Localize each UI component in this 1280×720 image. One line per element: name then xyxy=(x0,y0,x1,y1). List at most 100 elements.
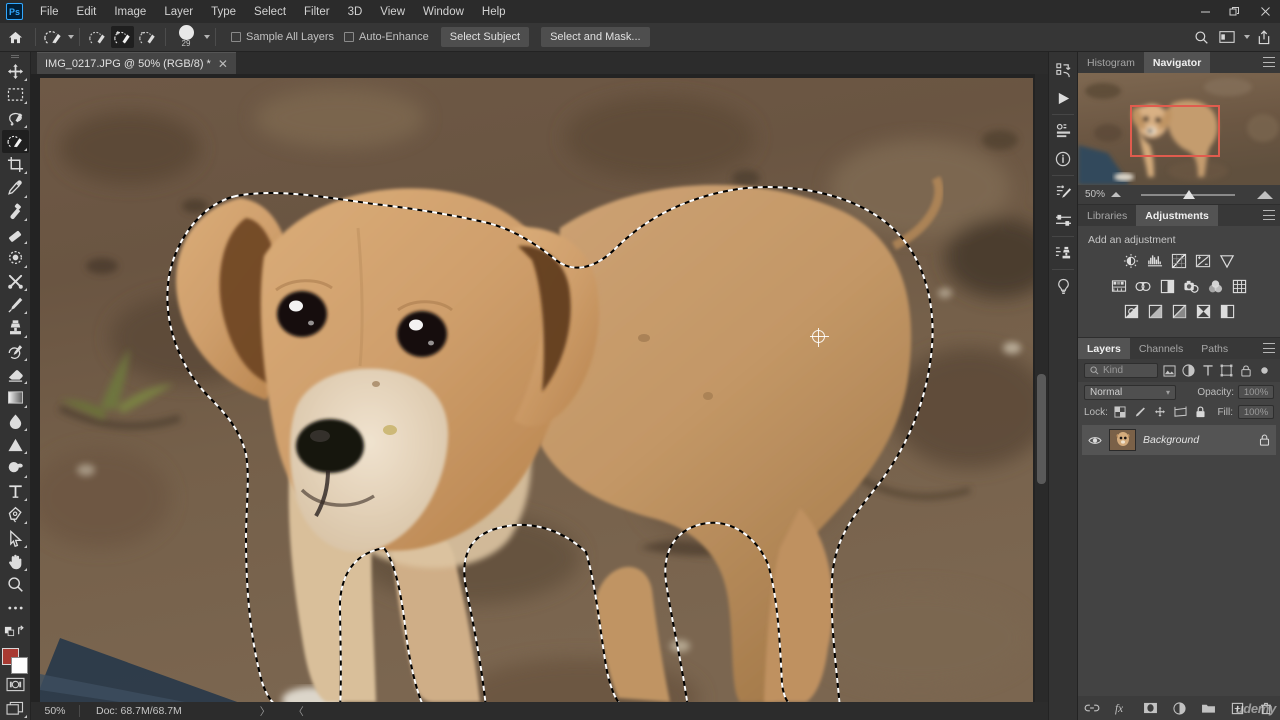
gradient-tool[interactable] xyxy=(2,386,29,409)
menu-window[interactable]: Window xyxy=(414,2,473,22)
new-group-icon[interactable] xyxy=(1200,700,1216,716)
layer-filter-kind-select[interactable]: Kind xyxy=(1084,363,1158,378)
history-brush-tool[interactable] xyxy=(2,340,29,363)
color-balance-icon[interactable] xyxy=(1134,277,1152,295)
status-expand-arrows[interactable]: 〉 〈 xyxy=(182,704,314,719)
curves-icon[interactable] xyxy=(1170,252,1188,270)
toolbar-grip[interactable] xyxy=(0,52,30,59)
zoom-level[interactable]: 50% xyxy=(31,705,79,717)
channel-mixer-icon[interactable] xyxy=(1206,277,1224,295)
tool-preset-chevron-down-icon[interactable] xyxy=(68,35,74,39)
subtract-from-selection-mode-button[interactable] xyxy=(136,26,159,48)
menu-type[interactable]: Type xyxy=(202,2,245,22)
layer-style-fx-icon[interactable]: fx xyxy=(1113,700,1129,716)
brush-options-chevron-down-icon[interactable] xyxy=(204,35,210,39)
search-icon[interactable] xyxy=(1189,25,1213,49)
new-adjustment-layer-icon[interactable] xyxy=(1171,700,1187,716)
light-bulb-icon[interactable] xyxy=(1050,272,1076,300)
new-selection-mode-button[interactable] xyxy=(86,26,109,48)
fill-value[interactable]: 100% xyxy=(1238,405,1274,419)
menu-image[interactable]: Image xyxy=(105,2,155,22)
opacity-value[interactable]: 100% xyxy=(1238,385,1274,399)
history-icon[interactable] xyxy=(1050,56,1076,84)
lock-all-icon[interactable] xyxy=(1193,405,1208,420)
info-icon[interactable] xyxy=(1050,145,1076,173)
document-tab[interactable]: IMG_0217.JPG @ 50% (RGB/8) * ✕ xyxy=(37,52,236,74)
zoom-tool[interactable] xyxy=(2,573,29,596)
workspace-chevron-down-icon[interactable] xyxy=(1244,35,1250,39)
canvas-vertical-scrollbar[interactable] xyxy=(1035,74,1048,720)
crop-tool[interactable] xyxy=(2,153,29,176)
eraser-tool-upper[interactable] xyxy=(2,223,29,246)
scrollbar-thumb[interactable] xyxy=(1037,374,1046,484)
tab-histogram[interactable]: Histogram xyxy=(1078,52,1144,73)
hand-tool[interactable] xyxy=(2,550,29,573)
minimize-button[interactable] xyxy=(1190,0,1220,23)
tab-navigator[interactable]: Navigator xyxy=(1143,52,1211,73)
quick-mask-mode-icon[interactable] xyxy=(2,673,29,696)
navigator-zoom-value[interactable]: 50% xyxy=(1085,189,1105,200)
menu-select[interactable]: Select xyxy=(245,2,295,22)
quick-selection-tool[interactable] xyxy=(1,129,29,153)
menu-help[interactable]: Help xyxy=(473,2,515,22)
vibrance-icon[interactable] xyxy=(1218,252,1236,270)
select-subject-button[interactable]: Select Subject xyxy=(440,27,530,47)
horizontal-type-tool[interactable] xyxy=(2,480,29,503)
brush-tool[interactable] xyxy=(2,293,29,316)
tab-libraries[interactable]: Libraries xyxy=(1078,205,1136,226)
slider-handle[interactable] xyxy=(1183,190,1195,199)
photo-filter-icon[interactable] xyxy=(1182,277,1200,295)
canvas-area[interactable] xyxy=(31,74,1048,720)
lock-artboard-nesting-icon[interactable] xyxy=(1173,405,1188,420)
tab-channels[interactable]: Channels xyxy=(1130,338,1192,359)
zoom-out-icon[interactable] xyxy=(1111,192,1122,197)
brightness-contrast-icon[interactable] xyxy=(1122,252,1140,270)
quick-selection-tool-icon[interactable] xyxy=(41,26,65,48)
eraser-tool[interactable] xyxy=(2,363,29,386)
pen-tool[interactable] xyxy=(2,503,29,526)
close-icon[interactable]: ✕ xyxy=(218,58,228,70)
panel-menu-icon[interactable] xyxy=(1263,210,1275,220)
color-swatches[interactable] xyxy=(1,647,29,675)
layer-thumbnail[interactable] xyxy=(1109,429,1136,451)
gradient-map-icon[interactable] xyxy=(1194,302,1212,320)
menu-view[interactable]: View xyxy=(371,2,414,22)
background-color-swatch[interactable] xyxy=(11,657,28,675)
path-selection-tool[interactable] xyxy=(2,526,29,549)
lasso-tool[interactable] xyxy=(2,106,29,129)
close-button[interactable] xyxy=(1250,0,1280,23)
adjustments-sliders-icon[interactable] xyxy=(1050,206,1076,234)
spot-healing-brush-tool[interactable] xyxy=(2,200,29,223)
clone-source-icon[interactable] xyxy=(1050,239,1076,267)
add-layer-mask-icon[interactable] xyxy=(1142,700,1158,716)
layer-visibility-eye-icon[interactable] xyxy=(1088,435,1102,446)
menu-filter[interactable]: Filter xyxy=(295,2,339,22)
tab-paths[interactable]: Paths xyxy=(1192,338,1237,359)
brush-settings-icon[interactable] xyxy=(1050,178,1076,206)
navigator-thumbnail[interactable] xyxy=(1078,73,1280,185)
brush-size-preview[interactable]: 29 xyxy=(171,23,201,52)
move-tool[interactable] xyxy=(2,59,29,82)
eyedropper-tool[interactable] xyxy=(2,176,29,199)
blend-mode-select[interactable]: Normal ▾ xyxy=(1084,384,1176,400)
restore-button[interactable] xyxy=(1220,0,1250,23)
tab-layers[interactable]: Layers xyxy=(1078,338,1130,359)
clone-stamp-tool[interactable] xyxy=(2,316,29,339)
smart-object-filter-icon[interactable] xyxy=(1236,361,1255,380)
burn-tool[interactable] xyxy=(2,456,29,479)
lock-position-icon[interactable] xyxy=(1153,405,1168,420)
threshold-icon[interactable] xyxy=(1170,302,1188,320)
tab-adjustments[interactable]: Adjustments xyxy=(1136,205,1218,226)
hue-saturation-icon[interactable] xyxy=(1110,277,1128,295)
shape-layers-filter-icon[interactable] xyxy=(1217,361,1236,380)
color-lookup-icon[interactable] xyxy=(1230,277,1248,295)
menu-edit[interactable]: Edit xyxy=(68,2,106,22)
workspace-icon[interactable] xyxy=(1215,25,1239,49)
pixel-layers-filter-icon[interactable] xyxy=(1160,361,1179,380)
patch-tool[interactable] xyxy=(2,246,29,269)
filter-toggle-icon[interactable] xyxy=(1255,361,1274,380)
document-image[interactable] xyxy=(40,78,1033,703)
edit-toolbar-ellipsis[interactable] xyxy=(2,596,29,619)
properties-icon[interactable] xyxy=(1050,117,1076,145)
lock-transparent-pixels-icon[interactable] xyxy=(1113,405,1128,420)
